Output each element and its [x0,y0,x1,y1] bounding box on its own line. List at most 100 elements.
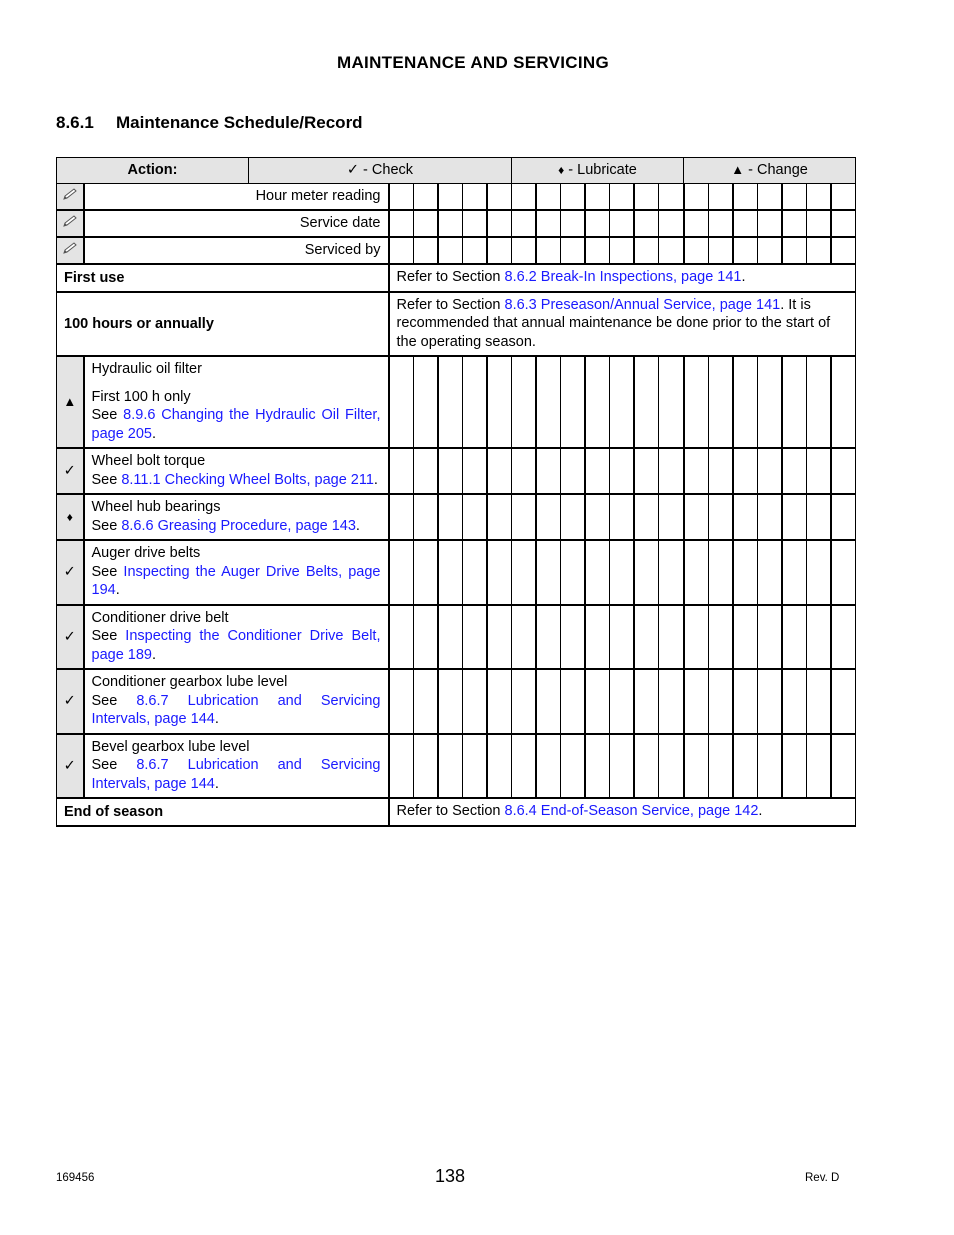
record-record-cell[interactable] [658,236,685,265]
task-record-cell[interactable] [510,447,537,495]
record-record-cell[interactable] [805,183,832,211]
task-record-cell[interactable] [485,493,512,541]
task-link[interactable]: Inspecting the Conditioner Drive Belt, p… [92,628,381,663]
task-record-cell[interactable] [412,604,439,670]
task-record-cell[interactable] [485,539,512,606]
record-record-cell[interactable] [682,209,709,238]
task-record-cell[interactable] [682,447,709,495]
task-record-cell[interactable] [731,733,758,799]
task-record-cell[interactable] [436,493,463,541]
record-record-cell[interactable] [707,236,734,265]
task-record-cell[interactable] [535,447,562,495]
task-record-cell[interactable] [633,604,660,670]
task-record-cell[interactable] [560,493,586,541]
record-record-cell[interactable] [485,236,512,265]
task-record-cell[interactable] [633,447,660,495]
task-record-cell[interactable] [560,447,586,495]
record-record-cell[interactable] [535,236,562,265]
task-record-cell[interactable] [510,604,537,670]
task-record-cell[interactable] [388,733,414,799]
record-record-cell[interactable] [609,209,635,238]
task-record-cell[interactable] [412,355,439,449]
task-record-cell[interactable] [830,733,857,799]
task-record-cell[interactable] [485,668,512,735]
record-record-cell[interactable] [609,236,635,265]
task-record-cell[interactable] [436,668,463,735]
task-record-cell[interactable] [535,355,562,449]
task-record-cell[interactable] [485,733,512,799]
task-record-cell[interactable] [756,539,783,606]
task-record-cell[interactable] [780,668,807,735]
task-record-cell[interactable] [436,539,463,606]
task-record-cell[interactable] [609,355,635,449]
record-record-cell[interactable] [461,236,488,265]
record-record-cell[interactable] [682,236,709,265]
record-record-cell[interactable] [780,209,807,238]
record-record-cell[interactable] [609,183,635,211]
task-record-cell[interactable] [461,668,488,735]
task-record-cell[interactable] [830,447,857,495]
task-link[interactable]: 8.9.6 Changing the Hydraulic Oil Filter,… [92,407,381,442]
task-record-cell[interactable] [633,733,660,799]
task-record-cell[interactable] [658,539,685,606]
record-record-cell[interactable] [731,236,758,265]
task-record-cell[interactable] [535,539,562,606]
task-record-cell[interactable] [412,447,439,495]
task-record-cell[interactable] [805,493,832,541]
record-record-cell[interactable] [412,236,439,265]
task-record-cell[interactable] [436,447,463,495]
task-record-cell[interactable] [682,668,709,735]
task-record-cell[interactable] [388,493,414,541]
record-record-cell[interactable] [388,236,414,265]
task-record-cell[interactable] [388,447,414,495]
task-record-cell[interactable] [780,539,807,606]
task-record-cell[interactable] [707,447,734,495]
record-record-cell[interactable] [756,183,783,211]
task-record-cell[interactable] [412,733,439,799]
record-record-cell[interactable] [707,209,734,238]
task-record-cell[interactable] [830,668,857,735]
record-record-cell[interactable] [436,209,463,238]
task-record-cell[interactable] [707,604,734,670]
task-record-cell[interactable] [830,493,857,541]
task-record-cell[interactable] [510,733,537,799]
task-record-cell[interactable] [584,355,611,449]
task-record-cell[interactable] [510,668,537,735]
record-record-cell[interactable] [461,183,488,211]
task-record-cell[interactable] [584,668,611,735]
task-record-cell[interactable] [707,539,734,606]
record-record-cell[interactable] [535,183,562,211]
record-record-cell[interactable] [485,209,512,238]
task-record-cell[interactable] [731,604,758,670]
task-record-cell[interactable] [682,733,709,799]
task-record-cell[interactable] [535,668,562,735]
task-link[interactable]: 8.11.1 Checking Wheel Bolts, page 211 [121,472,374,488]
record-record-cell[interactable] [731,183,758,211]
task-record-cell[interactable] [633,355,660,449]
record-record-cell[interactable] [682,183,709,211]
record-record-cell[interactable] [805,209,832,238]
task-record-cell[interactable] [560,733,586,799]
task-record-cell[interactable] [707,493,734,541]
task-record-cell[interactable] [830,539,857,606]
task-record-cell[interactable] [731,447,758,495]
task-record-cell[interactable] [388,668,414,735]
task-record-cell[interactable] [682,355,709,449]
task-record-cell[interactable] [805,604,832,670]
task-record-cell[interactable] [658,493,685,541]
task-record-cell[interactable] [560,355,586,449]
task-link[interactable]: Inspecting the Auger Drive Belts, page 1… [92,564,381,599]
task-record-cell[interactable] [609,733,635,799]
record-record-cell[interactable] [805,236,832,265]
task-link[interactable]: 8.6.6 Greasing Procedure, page 143 [121,518,356,534]
task-record-cell[interactable] [658,355,685,449]
task-record-cell[interactable] [830,355,857,449]
record-record-cell[interactable] [584,183,611,211]
task-record-cell[interactable] [756,447,783,495]
record-record-cell[interactable] [731,209,758,238]
task-record-cell[interactable] [780,355,807,449]
task-record-cell[interactable] [756,668,783,735]
record-record-cell[interactable] [830,183,857,211]
task-record-cell[interactable] [584,539,611,606]
task-record-cell[interactable] [388,355,414,449]
